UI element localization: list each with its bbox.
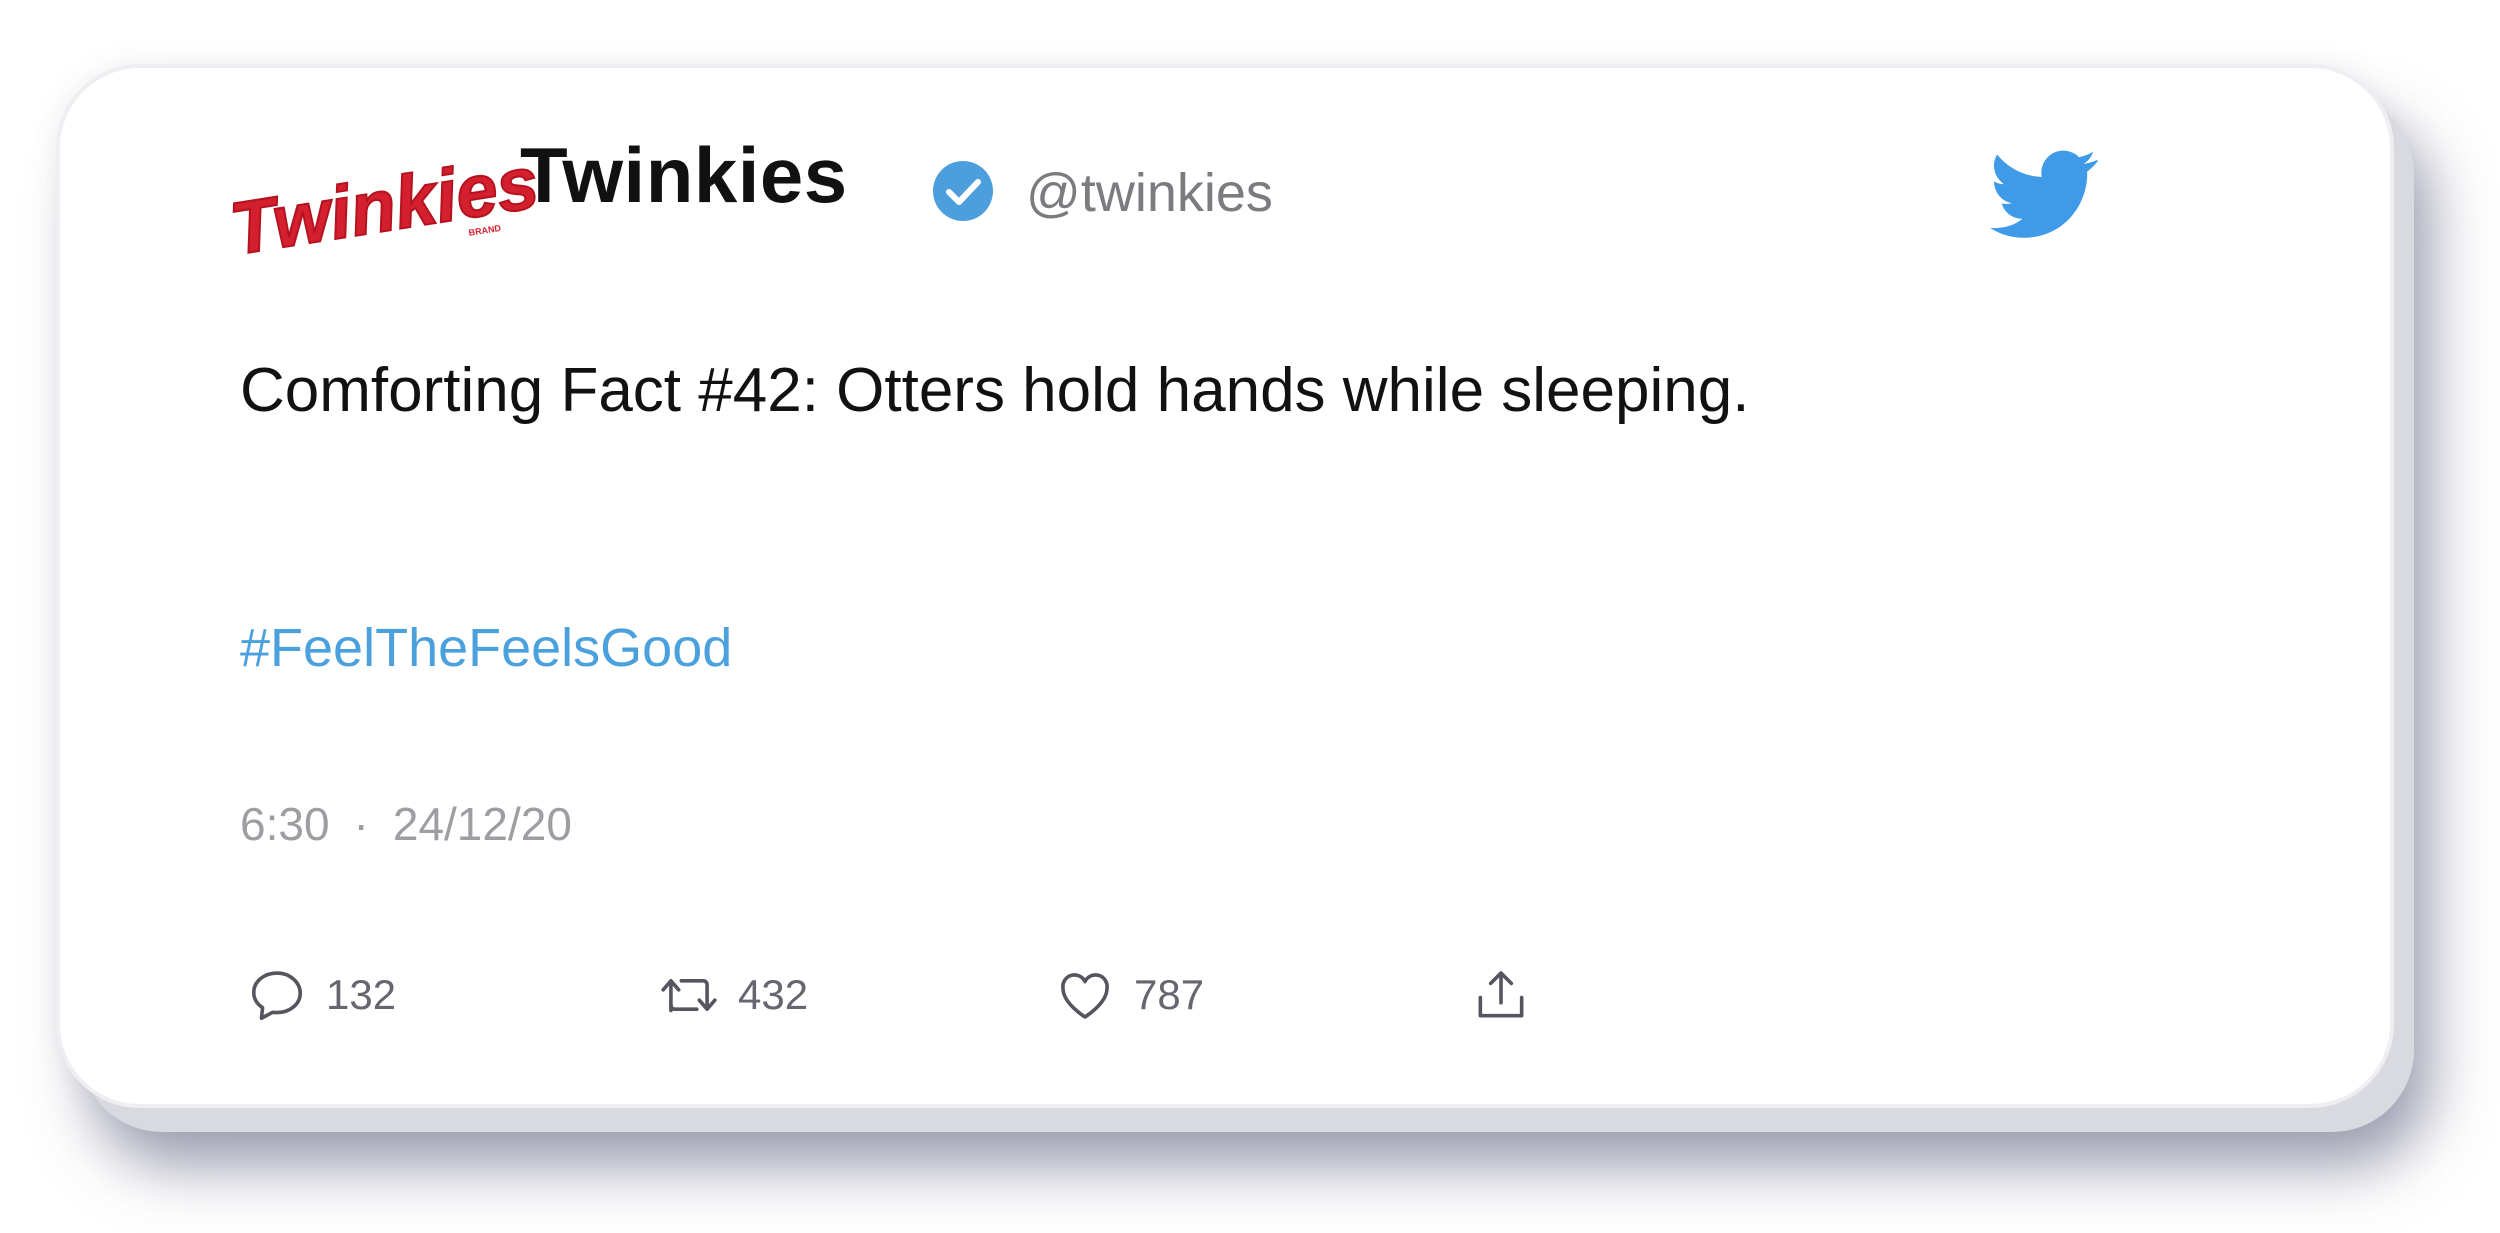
share-icon [1478, 971, 1524, 1018]
retweet-button[interactable]: 432 [658, 960, 808, 1030]
twitter-bird-icon[interactable] [1990, 150, 2098, 240]
like-button[interactable]: 787 [1054, 960, 1204, 1030]
retweet-icon [661, 978, 717, 1013]
canvas: Twinkies Twinkies BRAND Twinkies @twinki… [0, 0, 2500, 1233]
reply-icon [251, 971, 303, 1021]
share-button[interactable] [1470, 960, 1550, 1030]
tweet-timestamp[interactable]: 6:30 · 24/12/20 [240, 797, 572, 852]
twinkies-logo[interactable]: Twinkies Twinkies BRAND [212, 150, 542, 260]
like-count: 787 [1134, 971, 1205, 1018]
reply-button[interactable]: 132 [246, 960, 396, 1030]
logo-wordmark: Twinkies [225, 150, 542, 260]
display-name[interactable]: Twinkies [520, 136, 848, 214]
hashtag-link[interactable]: #FeelTheFeelsGood [240, 616, 732, 681]
heart-icon [1061, 973, 1109, 1019]
reply-count: 132 [326, 971, 397, 1018]
user-handle[interactable]: @twinkies [1026, 166, 1273, 220]
verified-badge-icon [933, 161, 993, 221]
tweet-date: 24/12/20 [392, 798, 572, 850]
meta-separator: · [353, 798, 369, 850]
retweet-count: 432 [738, 971, 809, 1018]
tweet-time: 6:30 [240, 798, 330, 850]
tweet-text: Comforting Fact #42: Otters hold hands w… [240, 356, 1750, 425]
